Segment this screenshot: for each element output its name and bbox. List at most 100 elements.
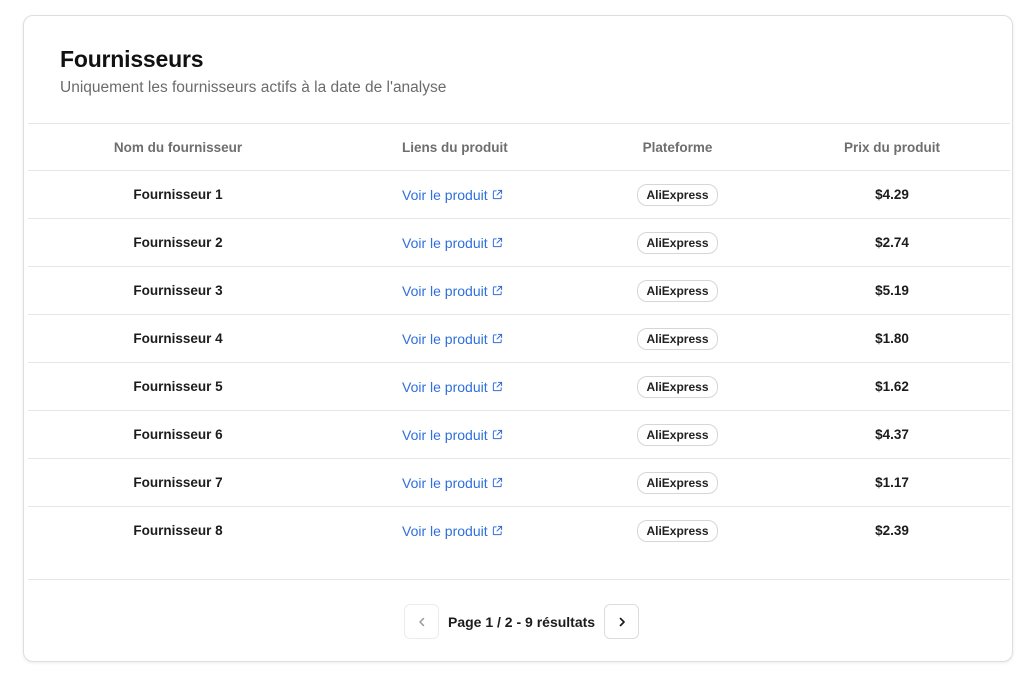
platform-cell: AliExpress xyxy=(581,362,774,411)
price-cell: $1.17 xyxy=(774,458,1010,507)
external-link-icon xyxy=(492,237,502,248)
table-row: Fournisseur 2 Voir le produit AliExpress $2… xyxy=(28,218,1010,267)
supplier-name: Fournisseur 2 xyxy=(133,235,223,250)
external-link-icon xyxy=(492,477,502,488)
chevron-left-icon xyxy=(418,617,424,626)
platform-badge: AliExpress xyxy=(637,519,718,542)
view-product-label: Voir le produit xyxy=(402,282,488,299)
supplier-name: Fournisseur 7 xyxy=(133,475,223,490)
card-header: Fournisseurs Uniquement les fournisseurs… xyxy=(60,46,446,97)
supplier-name-cell: Fournisseur 5 xyxy=(28,362,328,411)
column-header-platform: Plateforme xyxy=(581,123,774,171)
product-price: $4.37 xyxy=(875,427,909,442)
view-product-link[interactable]: Voir le produit xyxy=(402,187,503,203)
platform-badge: AliExpress xyxy=(637,375,718,398)
external-link-icon xyxy=(492,381,502,392)
supplier-name-cell: Fournisseur 6 xyxy=(28,410,328,459)
supplier-name-cell: Fournisseur 2 xyxy=(28,218,328,267)
product-link-cell: Voir le produit xyxy=(328,507,581,555)
pagination-status: Page 1 / 2 - 9 résultats xyxy=(448,613,596,630)
supplier-name: Fournisseur 3 xyxy=(133,283,223,298)
suppliers-card: Fournisseurs Uniquement les fournisseurs… xyxy=(23,15,1013,662)
product-link-cell: Voir le produit xyxy=(328,362,581,411)
table-row: Fournisseur 1 Voir le produit AliExpress $4… xyxy=(28,170,1010,219)
price-cell: $4.37 xyxy=(774,410,1010,459)
product-price: $4.29 xyxy=(875,187,909,202)
supplier-name: Fournisseur 8 xyxy=(133,523,223,538)
platform-badge: AliExpress xyxy=(637,183,718,206)
view-product-label: Voir le produit xyxy=(402,474,488,491)
view-product-link[interactable]: Voir le produit xyxy=(402,235,503,251)
product-price: $1.17 xyxy=(875,475,909,490)
supplier-name: Fournisseur 5 xyxy=(133,379,223,394)
platform-badge: AliExpress xyxy=(637,231,718,254)
product-price: $1.62 xyxy=(875,379,909,394)
product-price: $2.74 xyxy=(875,235,909,250)
supplier-name: Fournisseur 6 xyxy=(133,427,223,442)
view-product-label: Voir le produit xyxy=(402,522,488,539)
suppliers-table: Nom du fournisseur Liens du produit Plat… xyxy=(28,123,1010,554)
pagination: Page 1 / 2 - 9 résultats xyxy=(404,604,640,639)
page-subtitle: Uniquement les fournisseurs actifs à la … xyxy=(60,79,447,96)
platform-cell: AliExpress xyxy=(581,458,774,507)
platform-badge: AliExpress xyxy=(637,471,718,494)
chevron-right-icon xyxy=(619,617,625,626)
platform-badge: AliExpress xyxy=(637,423,718,446)
view-product-label: Voir le produit xyxy=(402,234,488,251)
product-link-cell: Voir le produit xyxy=(328,170,581,219)
view-product-link[interactable]: Voir le produit xyxy=(402,283,503,299)
platform-badge: AliExpress xyxy=(637,327,718,350)
price-cell: $2.39 xyxy=(774,507,1010,555)
platform-cell: AliExpress xyxy=(581,266,774,315)
column-header-price: Prix du produit xyxy=(774,123,1010,171)
price-cell: $4.29 xyxy=(774,170,1010,219)
next-page-button[interactable] xyxy=(604,604,640,639)
platform-cell: AliExpress xyxy=(581,507,774,555)
table-row: Fournisseur 3 Voir le produit AliExpress $5… xyxy=(28,266,1010,315)
table-row: Fournisseur 7 Voir le produit AliExpress $1… xyxy=(28,458,1010,507)
table-row: Fournisseur 4 Voir le produit AliExpress $1… xyxy=(28,314,1010,363)
table-row: Fournisseur 8 Voir le produit AliExpress $2… xyxy=(28,507,1010,555)
column-header-link: Liens du produit xyxy=(328,123,581,171)
platform-cell: AliExpress xyxy=(581,170,774,219)
previous-page-button[interactable] xyxy=(404,604,439,639)
platform-cell: AliExpress xyxy=(581,410,774,459)
external-link-icon xyxy=(492,285,502,296)
external-link-icon xyxy=(492,525,502,536)
product-link-cell: Voir le produit xyxy=(328,314,581,363)
product-link-cell: Voir le produit xyxy=(328,458,581,507)
price-cell: $1.62 xyxy=(774,362,1010,411)
column-header-name: Nom du fournisseur xyxy=(28,123,328,171)
table-header-row: Nom du fournisseur Liens du produit Plat… xyxy=(28,123,1010,171)
page-title: Fournisseurs xyxy=(60,46,204,72)
product-link-cell: Voir le produit xyxy=(328,218,581,267)
platform-cell: AliExpress xyxy=(581,314,774,363)
supplier-name-cell: Fournisseur 1 xyxy=(28,170,328,219)
price-cell: $1.80 xyxy=(774,314,1010,363)
table-row: Fournisseur 6 Voir le produit AliExpress $4… xyxy=(28,410,1010,459)
view-product-link[interactable]: Voir le produit xyxy=(402,523,503,539)
price-cell: $5.19 xyxy=(774,266,1010,315)
product-price: $2.39 xyxy=(875,523,909,538)
product-price: $5.19 xyxy=(875,283,909,298)
view-product-link[interactable]: Voir le produit xyxy=(402,379,503,395)
supplier-name-cell: Fournisseur 3 xyxy=(28,266,328,315)
view-product-label: Voir le produit xyxy=(402,378,488,395)
view-product-link[interactable]: Voir le produit xyxy=(402,331,503,347)
product-link-cell: Voir le produit xyxy=(328,410,581,459)
price-cell: $2.74 xyxy=(774,218,1010,267)
platform-cell: AliExpress xyxy=(581,218,774,267)
external-link-icon xyxy=(492,333,502,344)
platform-badge: AliExpress xyxy=(637,279,718,302)
view-product-label: Voir le produit xyxy=(402,330,488,347)
footer-divider xyxy=(28,579,1010,580)
view-product-link[interactable]: Voir le produit xyxy=(402,475,503,491)
view-product-link[interactable]: Voir le produit xyxy=(402,427,503,443)
supplier-name: Fournisseur 4 xyxy=(133,331,223,346)
supplier-name-cell: Fournisseur 4 xyxy=(28,314,328,363)
supplier-name-cell: Fournisseur 8 xyxy=(28,507,328,555)
product-price: $1.80 xyxy=(875,331,909,346)
table-row: Fournisseur 5 Voir le produit AliExpress $1… xyxy=(28,362,1010,411)
external-link-icon xyxy=(492,429,502,440)
external-link-icon xyxy=(492,189,502,200)
